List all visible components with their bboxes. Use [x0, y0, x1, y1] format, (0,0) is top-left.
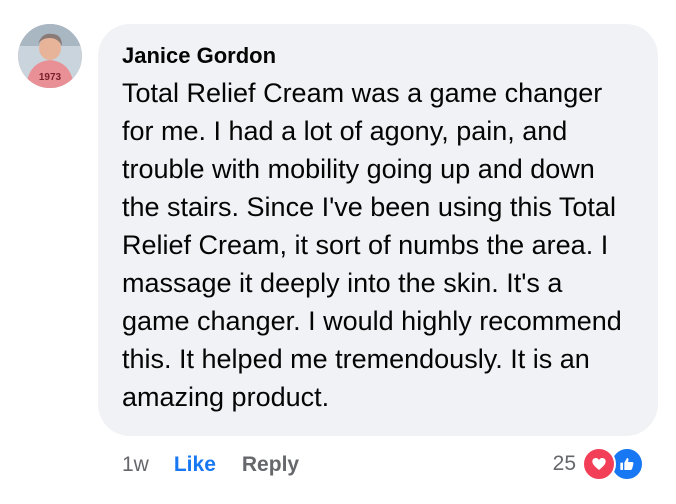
reaction-count: 25 — [552, 452, 576, 475]
comment-actions: 1w Like Reply — [122, 451, 299, 479]
comment-author[interactable]: Janice Gordon — [122, 42, 634, 70]
comment-bubble: Janice Gordon Total Relief Cream was a g… — [98, 24, 658, 436]
comment-text: Total Relief Cream was a game changer fo… — [122, 78, 622, 412]
reactions-summary[interactable]: 25 — [552, 447, 644, 481]
avatar[interactable]: 1973 — [18, 24, 82, 88]
comment-timestamp[interactable]: 1w — [122, 453, 149, 477]
like-button[interactable]: Like — [174, 453, 216, 477]
svg-text:1973: 1973 — [39, 72, 62, 83]
reply-button[interactable]: Reply — [242, 453, 299, 477]
reaction-icons — [582, 447, 644, 481]
love-icon — [582, 447, 616, 481]
avatar-image: 1973 — [18, 24, 82, 88]
